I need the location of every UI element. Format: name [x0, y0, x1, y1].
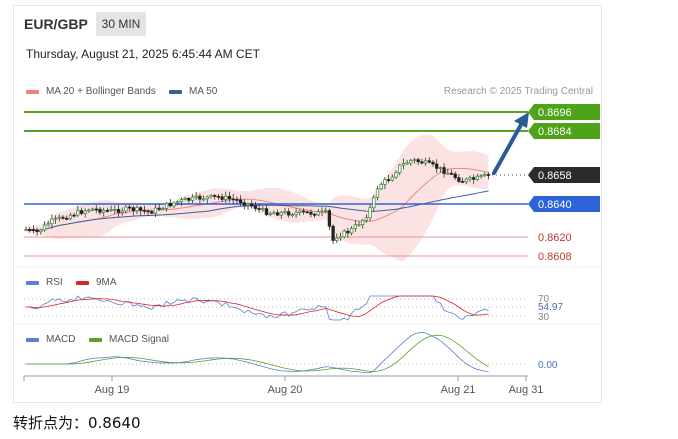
candle — [327, 208, 332, 231]
svg-text:0.8684: 0.8684 — [538, 126, 572, 138]
level-badge-resistance-2: 0.8696 — [528, 104, 600, 120]
level-badge-last-price: 0.8658 — [528, 167, 600, 183]
candle — [168, 199, 172, 208]
candle — [379, 181, 383, 191]
macd-lines — [26, 332, 489, 374]
x-tick-label: Aug 21 — [441, 384, 476, 396]
svg-text:0.8696: 0.8696 — [538, 107, 572, 119]
x-tick-label: Aug 20 — [268, 384, 303, 396]
macd-line — [26, 332, 489, 374]
pivot-caption: 转折点为：0.8640 — [13, 414, 141, 432]
level-label-support-2: 0.8608 — [538, 251, 572, 263]
rsi-line — [25, 295, 489, 321]
bollinger-bands — [26, 134, 489, 262]
candle — [331, 224, 335, 245]
x-tick-label: Aug 31 — [509, 384, 544, 396]
level-badge-resistance-1: 0.8684 — [528, 123, 600, 139]
macd-value: 0.00 — [538, 360, 558, 371]
bollinger-band-area — [26, 134, 489, 262]
macd-signal-line — [26, 334, 489, 372]
svg-text:0.8640: 0.8640 — [538, 199, 572, 211]
rsi-lines — [25, 295, 489, 321]
rsi-ma-line — [25, 295, 489, 317]
rsi-level-30: 30 — [538, 312, 550, 323]
price-chart[interactable]: 0.8696 0.8684 0.8658 0.8640 0.8620 0.860… — [0, 0, 678, 439]
level-label-support-1: 0.8620 — [538, 232, 572, 244]
x-tick-label: Aug 19 — [95, 384, 130, 396]
svg-text:0.8658: 0.8658 — [538, 170, 572, 182]
level-badge-pivot: 0.8640 — [528, 196, 600, 212]
